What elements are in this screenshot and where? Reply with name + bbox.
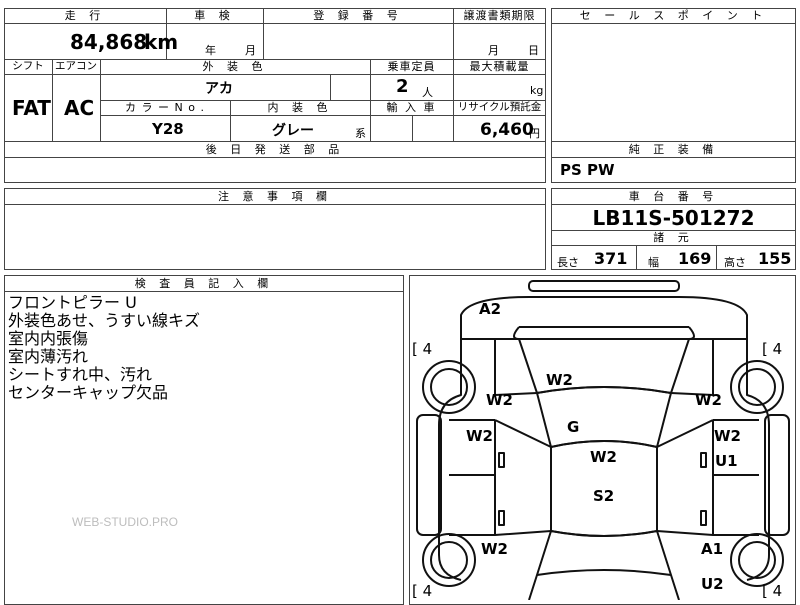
interior-color-suffix: 系 xyxy=(355,127,366,140)
inspector-notes: フロントピラー U 外装色あせ、うすい線キズ 室内内張傷 室内薄汚れ シートすれ… xyxy=(8,294,398,402)
color-no-value: Y28 xyxy=(152,120,184,138)
inspector-line: 外装色あせ、うすい線キズ xyxy=(8,311,201,330)
mark-left-front-door: W2 xyxy=(466,427,493,445)
mark-right-rear-bottom: U2 xyxy=(701,575,724,593)
recycle-header: リサイクル預託金 xyxy=(457,101,542,113)
color-no-header: カ ラ ー N o . xyxy=(125,101,205,114)
length-value: 371 xyxy=(594,249,628,268)
exterior-color-header: 外 装 色 xyxy=(202,60,268,73)
transfer-month: 月 xyxy=(488,44,499,57)
interior-color-header: 内 装 色 xyxy=(267,101,333,114)
width-label: 幅 xyxy=(648,256,659,269)
tire-mark-front-left: [ 4 xyxy=(412,340,433,358)
notes-header: 注 意 事 項 欄 xyxy=(218,190,332,203)
inspector-header: 検 査 員 記 入 欄 xyxy=(134,277,274,290)
inspector-line: シートすれ中、汚れ xyxy=(8,365,153,384)
mark-rear-roof: S2 xyxy=(593,487,615,505)
sales-point-header: セ ー ル ス ポ イ ン ト xyxy=(579,9,768,22)
shift-header: シフト xyxy=(12,60,44,72)
specs-header: 諸 元 xyxy=(653,231,694,244)
genuine-equipment-value: PS PW xyxy=(560,161,615,179)
shaken-header: 車 検 xyxy=(194,9,235,22)
tire-mark-front-right: [ 4 xyxy=(762,340,783,358)
import-header: 輸 入 車 xyxy=(386,101,437,114)
mark-left-front-fender: W2 xyxy=(486,391,513,409)
mark-right-front-door: W2 xyxy=(714,427,741,445)
height-label: 高さ xyxy=(724,256,746,269)
inspector-line: フロントピラー U xyxy=(8,293,137,312)
recycle-unit: 円 xyxy=(529,127,540,140)
mark-right-front-fender: W2 xyxy=(695,391,722,409)
aircon-header: エアコン xyxy=(55,60,97,72)
capacity-unit: 人 xyxy=(422,86,433,99)
mileage-header: 走 行 xyxy=(64,9,106,22)
sales-point-box xyxy=(551,8,796,142)
mark-hood: W2 xyxy=(546,371,573,389)
mark-left-rear-fender: W2 xyxy=(481,540,508,558)
width-value: 169 xyxy=(678,249,712,268)
recycle-value: 6,460 xyxy=(480,120,534,140)
max-load-header: 最大積載量 xyxy=(469,60,530,73)
mileage-unit: km xyxy=(144,30,179,54)
max-load-unit: kg xyxy=(530,84,544,97)
length-label: 長さ xyxy=(557,256,579,269)
genuine-equipment-header: 純 正 装 備 xyxy=(628,143,719,156)
aircon-value: AC xyxy=(64,96,95,120)
chassis-header: 車 台 番 号 xyxy=(628,190,719,203)
chassis-value: LB11S-501272 xyxy=(592,206,755,230)
tire-mark-rear-right: [ 4 xyxy=(762,582,783,600)
interior-color-value: グレー xyxy=(272,123,314,139)
shift-value: FAT xyxy=(12,96,51,120)
shaken-month: 月 xyxy=(245,44,256,57)
exterior-color-value: アカ xyxy=(205,81,233,97)
mark-right-rear-fender: A1 xyxy=(701,540,724,558)
later-parts-header: 後 日 発 送 部 品 xyxy=(205,143,345,156)
mark-front-bumper: A2 xyxy=(479,300,502,318)
inspector-line: 室内薄汚れ xyxy=(8,347,89,366)
capacity-header: 乗車定員 xyxy=(387,60,436,73)
tire-mark-rear-left: [ 4 xyxy=(412,582,433,600)
mark-right-front-door-2: U1 xyxy=(715,452,738,470)
transfer-deadline-header: 譲渡書類期限 xyxy=(463,9,536,22)
inspector-line: 室内内張傷 xyxy=(8,329,89,348)
mark-windshield: G xyxy=(567,418,580,436)
shaken-year: 年 xyxy=(205,44,216,57)
registration-header: 登 録 番 号 xyxy=(313,9,403,22)
watermark: WEB-STUDIO.PRO xyxy=(72,515,179,529)
capacity-value: 2 xyxy=(396,76,409,97)
height-value: 155 xyxy=(758,249,792,268)
transfer-day: 日 xyxy=(528,44,539,57)
mark-roof: W2 xyxy=(590,448,617,466)
inspector-line: センターキャップ欠品 xyxy=(8,383,169,402)
